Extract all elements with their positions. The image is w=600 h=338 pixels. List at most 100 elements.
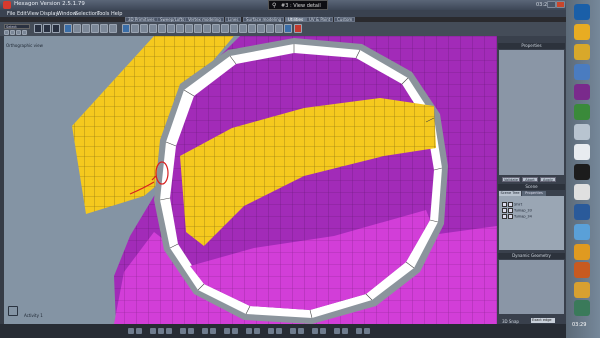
polygon-icon[interactable] — [266, 24, 274, 33]
weld-icon[interactable] — [221, 24, 229, 33]
utilities-icon[interactable] — [284, 24, 292, 33]
app-icon[interactable] — [574, 204, 590, 220]
quad-view-icon[interactable] — [246, 328, 252, 334]
material-icon[interactable] — [232, 328, 238, 334]
close-button[interactable] — [556, 1, 565, 8]
visibility-checkbox[interactable] — [502, 214, 507, 219]
hide-icon[interactable] — [298, 328, 304, 334]
grid-icon[interactable] — [202, 328, 208, 334]
app-icon[interactable] — [574, 224, 590, 240]
redo-icon[interactable] — [91, 24, 99, 33]
taskbar-clock: 03:29 — [572, 322, 587, 328]
symmetry-bottom-icon[interactable] — [320, 328, 326, 334]
chrome-icon[interactable] — [574, 44, 590, 60]
scene-tree-row[interactable]: Shirt — [502, 202, 522, 207]
primitive-cube-icon[interactable] — [122, 24, 130, 33]
paste-icon[interactable] — [109, 24, 117, 33]
render-preview-icon[interactable] — [356, 328, 362, 334]
frame-selection-icon[interactable] — [276, 328, 282, 334]
select-object-icon[interactable] — [22, 30, 27, 35]
select-edge-icon[interactable] — [10, 30, 15, 35]
menu-tools[interactable]: Tools — [97, 11, 109, 17]
text-icon[interactable] — [275, 24, 283, 33]
primitive-torus-icon[interactable] — [158, 24, 166, 33]
fit-icon[interactable] — [268, 328, 274, 334]
lock-checkbox[interactable] — [508, 214, 513, 219]
minimize-button[interactable] — [547, 1, 556, 8]
menu-view[interactable]: View — [27, 11, 39, 17]
app-icon[interactable] — [574, 244, 590, 260]
explorer-icon[interactable] — [574, 124, 590, 140]
menu-edit[interactable]: Edit — [17, 11, 27, 17]
primitive-sphere-icon[interactable] — [131, 24, 139, 33]
scene-tree-row[interactable]: Tumap_33 — [502, 208, 532, 213]
scale-tool-icon[interactable] — [52, 24, 60, 33]
lock-checkbox[interactable] — [508, 208, 513, 213]
sweep-icon[interactable] — [176, 24, 184, 33]
scene-tree-row[interactable]: Tumap_34 — [502, 214, 532, 219]
undo-icon[interactable] — [82, 24, 90, 33]
extrude-icon[interactable] — [194, 24, 202, 33]
menu-selection[interactable]: Selection — [75, 11, 98, 17]
shaded-icon[interactable] — [188, 328, 194, 334]
dynamic-geometry-header: Dynamic Geometry — [498, 253, 565, 259]
primitive-plane-icon[interactable] — [167, 24, 175, 33]
start-orb-icon[interactable] — [574, 4, 590, 20]
orbit-icon[interactable] — [166, 328, 172, 334]
isolate-icon[interactable] — [290, 328, 296, 334]
app-icon[interactable] — [574, 300, 590, 316]
media-player-icon[interactable] — [574, 84, 590, 100]
snap-icon[interactable] — [312, 328, 318, 334]
move-tool-icon[interactable] — [34, 24, 42, 33]
menu-window[interactable]: Window — [57, 11, 77, 17]
line-icon[interactable] — [248, 24, 256, 33]
3d-viewport[interactable] — [4, 36, 497, 324]
app-icon[interactable] — [574, 184, 590, 200]
camera-icon[interactable] — [210, 328, 216, 334]
excel-icon[interactable] — [574, 104, 590, 120]
tessellate-icon[interactable] — [212, 24, 220, 33]
menu-help[interactable]: Help — [111, 11, 122, 17]
hexagon-task-icon[interactable] — [574, 164, 590, 180]
app-icon[interactable] — [574, 262, 590, 278]
backface-icon[interactable] — [342, 328, 348, 334]
xray-icon[interactable] — [334, 328, 340, 334]
smooth-icon[interactable] — [239, 24, 247, 33]
menu-display[interactable]: Display — [40, 11, 58, 17]
validate-button[interactable]: Validate — [502, 177, 520, 182]
snap-mode-select[interactable]: Exact edge — [531, 318, 555, 323]
view-top-icon[interactable] — [128, 328, 134, 334]
chrome-icon[interactable] — [574, 24, 590, 40]
rotate-tool-icon[interactable] — [43, 24, 51, 33]
apply-button[interactable]: Apply — [540, 177, 556, 182]
select-point-icon[interactable] — [4, 30, 9, 35]
selection-mode-dropdown[interactable]: Select — [4, 24, 30, 29]
copy-icon[interactable] — [100, 24, 108, 33]
curve-icon[interactable] — [257, 24, 265, 33]
view-detail-box[interactable]: ⚲ #3 : View detail — [268, 0, 328, 10]
universal-manipulator-icon[interactable] — [64, 24, 72, 33]
primitive-cone-icon[interactable] — [149, 24, 157, 33]
wireframe-icon[interactable] — [180, 328, 186, 334]
settings-icon[interactable] — [364, 328, 370, 334]
menu-file[interactable]: File — [7, 11, 15, 17]
zoom-icon[interactable] — [158, 328, 164, 334]
abort-button[interactable]: Abort — [522, 177, 538, 182]
light-icon[interactable] — [224, 328, 230, 334]
app-icon[interactable] — [574, 282, 590, 298]
word-icon[interactable] — [574, 64, 590, 80]
lock-checkbox[interactable] — [508, 202, 513, 207]
visibility-checkbox[interactable] — [502, 208, 507, 213]
bevel-icon[interactable] — [203, 24, 211, 33]
pan-icon[interactable] — [150, 328, 156, 334]
render-icon[interactable] — [294, 24, 302, 33]
single-view-icon[interactable] — [254, 328, 260, 334]
visibility-checkbox[interactable] — [502, 202, 507, 207]
boolean-icon[interactable] — [230, 24, 238, 33]
app-icon[interactable] — [574, 144, 590, 160]
loft-icon[interactable] — [185, 24, 193, 33]
select-face-icon[interactable] — [16, 30, 21, 35]
symmetry-icon[interactable] — [73, 24, 81, 33]
primitive-cylinder-icon[interactable] — [140, 24, 148, 33]
view-front-icon[interactable] — [136, 328, 142, 334]
